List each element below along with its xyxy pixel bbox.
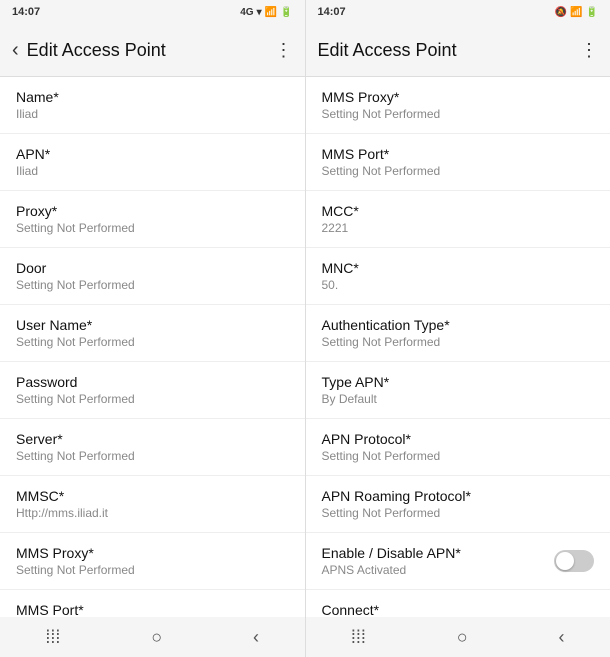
recent-apps-right[interactable]: ⁞⁞⁞	[351, 627, 366, 648]
setting-value: Iliad	[16, 107, 289, 121]
settings-list-right[interactable]: MMS Proxy* Setting Not Performed MMS Por…	[306, 77, 610, 617]
status-icons-right: 🔕 📶 🔋	[555, 7, 598, 18]
setting-label: Proxy*	[16, 203, 289, 219]
battery-icon-right: 🔋	[586, 7, 598, 18]
list-item[interactable]: Connect* Not Specified	[306, 590, 610, 617]
phone-left: 14:07 4G ▾ 📶 🔋 ‹ Edit Access Point ⋮ Nam…	[0, 0, 306, 657]
list-item[interactable]: Name* Iliad	[0, 77, 305, 134]
toggle-switch[interactable]	[554, 550, 594, 572]
setting-label: MMSC*	[16, 488, 289, 504]
back-nav-left[interactable]: ‹	[253, 627, 259, 648]
setting-label: MNC*	[322, 260, 595, 276]
more-menu-right[interactable]: ⋮	[580, 40, 598, 61]
setting-value: Setting Not Performed	[16, 392, 289, 406]
list-item[interactable]: APN Roaming Protocol* Setting Not Perfor…	[306, 476, 610, 533]
phone-right: 14:07 🔕 📶 🔋 Edit Access Point ⋮ MMS Prox…	[306, 0, 610, 657]
setting-value: Setting Not Performed	[322, 335, 595, 349]
list-item[interactable]: Server* Setting Not Performed	[0, 419, 305, 476]
toggle-thumb	[556, 552, 574, 570]
list-item[interactable]: MCC* 2221	[306, 191, 610, 248]
home-right[interactable]: ○	[457, 627, 468, 648]
list-item[interactable]: MMS Port* Setting Not Performed	[306, 134, 610, 191]
setting-label: Authentication Type*	[322, 317, 595, 333]
time-left: 14:07	[12, 6, 40, 18]
list-item[interactable]: MNC* 50.	[306, 248, 610, 305]
setting-label: MMS Proxy*	[322, 89, 595, 105]
setting-value: Setting Not Performed	[16, 278, 289, 292]
setting-label: APN*	[16, 146, 289, 162]
list-item[interactable]: MMS Proxy* Setting Not Performed	[0, 533, 305, 590]
setting-label: User Name*	[16, 317, 289, 333]
setting-label: Door	[16, 260, 289, 276]
setting-value: Setting Not Performed	[16, 335, 289, 349]
page-title-left: Edit Access Point	[27, 40, 275, 61]
setting-label: Name*	[16, 89, 289, 105]
list-item[interactable]: Proxy* Setting Not Performed	[0, 191, 305, 248]
setting-label: Type APN*	[322, 374, 595, 390]
battery-icon-left: 🔋	[280, 7, 292, 18]
setting-label: MMS Proxy*	[16, 545, 289, 561]
list-item[interactable]: APN Protocol* Setting Not Performed	[306, 419, 610, 476]
list-item[interactable]: Enable / Disable APN* APNS Activated	[306, 533, 610, 590]
phones-container: 14:07 4G ▾ 📶 🔋 ‹ Edit Access Point ⋮ Nam…	[0, 0, 610, 657]
status-icons-left: 4G ▾ 📶 🔋	[240, 7, 292, 18]
network-icon-left: 📶	[265, 7, 277, 18]
setting-value: APNS Activated	[322, 563, 461, 577]
setting-label: Connect*	[322, 602, 595, 617]
nav-bar-right: ⁞⁞⁞ ○ ‹	[306, 617, 610, 657]
list-item[interactable]: MMS Proxy* Setting Not Performed	[306, 77, 610, 134]
list-item[interactable]: User Name* Setting Not Performed	[0, 305, 305, 362]
setting-label: MMS Port*	[322, 146, 595, 162]
recent-apps-left[interactable]: ⁞⁞⁞	[45, 627, 60, 648]
setting-value: Setting Not Performed	[322, 449, 595, 463]
list-item[interactable]: Type APN* By Default	[306, 362, 610, 419]
page-title-right: Edit Access Point	[318, 40, 581, 61]
setting-value: Setting Not Performed	[16, 449, 289, 463]
list-item[interactable]: Password Setting Not Performed	[0, 362, 305, 419]
wifi-icon-right: 📶	[570, 7, 582, 18]
setting-value: Setting Not Performed	[322, 506, 595, 520]
list-item[interactable]: MMSC* Http://mms.iliad.it	[0, 476, 305, 533]
setting-label: Server*	[16, 431, 289, 447]
setting-label: Enable / Disable APN*	[322, 545, 461, 561]
setting-value: Setting Not Performed	[322, 107, 595, 121]
app-bar-left: ‹ Edit Access Point ⋮	[0, 24, 305, 76]
setting-label: MCC*	[322, 203, 595, 219]
list-item[interactable]: MMS Port* Impostazione con risulto	[0, 590, 305, 617]
list-item[interactable]: Authentication Type* Setting Not Perform…	[306, 305, 610, 362]
app-bar-right: Edit Access Point ⋮	[306, 24, 610, 76]
setting-value: Setting Not Performed	[16, 221, 289, 235]
setting-value: Setting Not Performed	[322, 164, 595, 178]
mute-icon-right: 🔕	[555, 7, 567, 18]
home-left[interactable]: ○	[151, 627, 162, 648]
more-menu-left[interactable]: ⋮	[275, 40, 293, 61]
setting-value: Http://mms.iliad.it	[16, 506, 289, 520]
nav-bar-left: ⁞⁞⁞ ○ ‹	[0, 617, 305, 657]
setting-value: 50.	[322, 278, 595, 292]
setting-label: Password	[16, 374, 289, 390]
setting-value: By Default	[322, 392, 595, 406]
setting-label: MMS Port*	[16, 602, 289, 617]
back-nav-right[interactable]: ‹	[559, 627, 565, 648]
signal-icon-left: 4G	[240, 7, 253, 18]
setting-value: Setting Not Performed	[16, 563, 289, 577]
time-right: 14:07	[318, 6, 346, 18]
setting-value: Iliad	[16, 164, 289, 178]
setting-label: APN Protocol*	[322, 431, 595, 447]
wifi-icon-left: ▾	[257, 7, 262, 18]
setting-value: 2221	[322, 221, 595, 235]
setting-label: APN Roaming Protocol*	[322, 488, 595, 504]
settings-list-left[interactable]: Name* Iliad APN* Iliad Proxy* Setting No…	[0, 77, 305, 617]
status-bar-left: 14:07 4G ▾ 📶 🔋	[0, 0, 305, 24]
list-item[interactable]: Door Setting Not Performed	[0, 248, 305, 305]
status-bar-right: 14:07 🔕 📶 🔋	[306, 0, 610, 24]
back-button-left[interactable]: ‹	[12, 39, 19, 62]
list-item[interactable]: APN* Iliad	[0, 134, 305, 191]
